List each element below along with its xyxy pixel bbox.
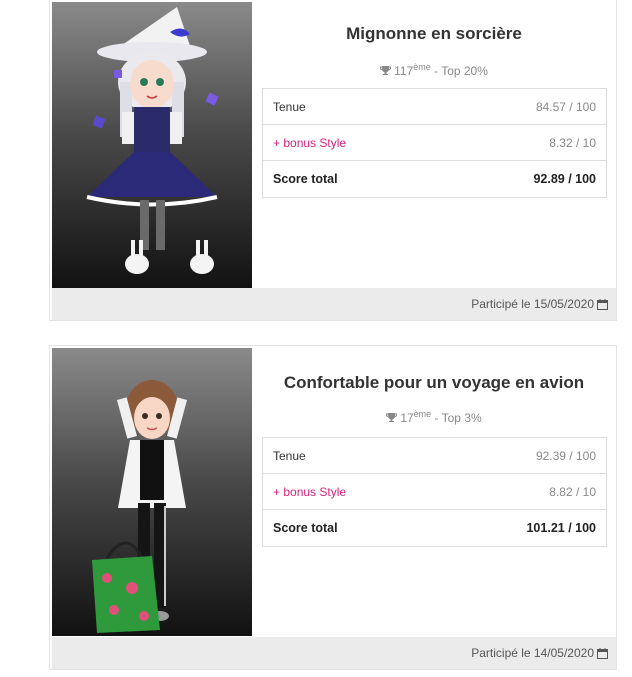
witch-doll-illustration [86, 7, 219, 274]
participation-date: Participé le 14/05/2020 [471, 646, 608, 662]
rank-info: 117ème - Top 20% [262, 62, 606, 79]
score-row-bonus: + bonus Style 8.82 / 10 [263, 474, 606, 510]
contest-title: Confortable pour un voyage en avion [283, 373, 585, 392]
contest-card: Mignonne en sorcière 117ème - Top 20% Te… [49, 0, 617, 321]
rank-suffix: ème [413, 62, 431, 72]
score-value: 92.39 / 100 [535, 449, 596, 463]
card-footer: Participé le 15/05/2020 [52, 288, 616, 320]
participation-date: Participé le 15/05/2020 [471, 297, 608, 313]
participation-date-text: Participé le 14/05/2020 [471, 646, 594, 660]
score-label: Tenue [273, 449, 306, 463]
score-label: Tenue [273, 100, 306, 114]
rank-number: 17 [400, 411, 414, 425]
score-value: 92.89 / 100 [533, 172, 596, 186]
score-table: Tenue 84.57 / 100 + bonus Style 8.32 / 1… [262, 88, 607, 198]
trophy-icon [380, 65, 392, 79]
contest-title: Mignonne en sorcière [346, 24, 522, 43]
score-label: + bonus Style [273, 136, 347, 150]
rank-top: - Top 20% [430, 64, 488, 78]
rank-number: 117 [394, 64, 414, 78]
score-label: Score total [273, 521, 338, 535]
trophy-icon [386, 412, 398, 426]
contest-card: Confortable pour un voyage en avion 17èm… [49, 345, 617, 670]
score-value: 84.57 / 100 [535, 100, 596, 114]
score-value: 8.32 / 10 [549, 136, 596, 150]
score-row-tenue: Tenue 92.39 / 100 [263, 438, 606, 474]
score-label: Score total [273, 172, 338, 186]
rank-top: - Top 3% [431, 411, 482, 425]
calendar-icon [597, 648, 608, 662]
calendar-icon [597, 299, 608, 313]
score-value: 8.82 / 10 [549, 485, 596, 499]
card-footer: Participé le 14/05/2020 [52, 637, 616, 669]
score-row-bonus: + bonus Style 8.32 / 10 [263, 125, 606, 161]
score-row-tenue: Tenue 84.57 / 100 [263, 89, 606, 125]
score-row-total: Score total 92.89 / 100 [263, 161, 606, 197]
score-table: Tenue 92.39 / 100 + bonus Style 8.82 / 1… [262, 437, 607, 547]
score-value: 101.21 / 100 [526, 521, 596, 535]
rank-suffix: ème [413, 409, 432, 419]
participation-date-text: Participé le 15/05/2020 [471, 297, 594, 311]
score-row-total: Score total 101.21 / 100 [263, 510, 606, 546]
avatar-image[interactable] [52, 348, 252, 636]
avatar-image[interactable] [52, 2, 252, 290]
rank-info: 17ème - Top 3% [262, 409, 606, 426]
score-label: + bonus Style [273, 485, 347, 499]
traveler-doll-illustration [92, 380, 188, 633]
